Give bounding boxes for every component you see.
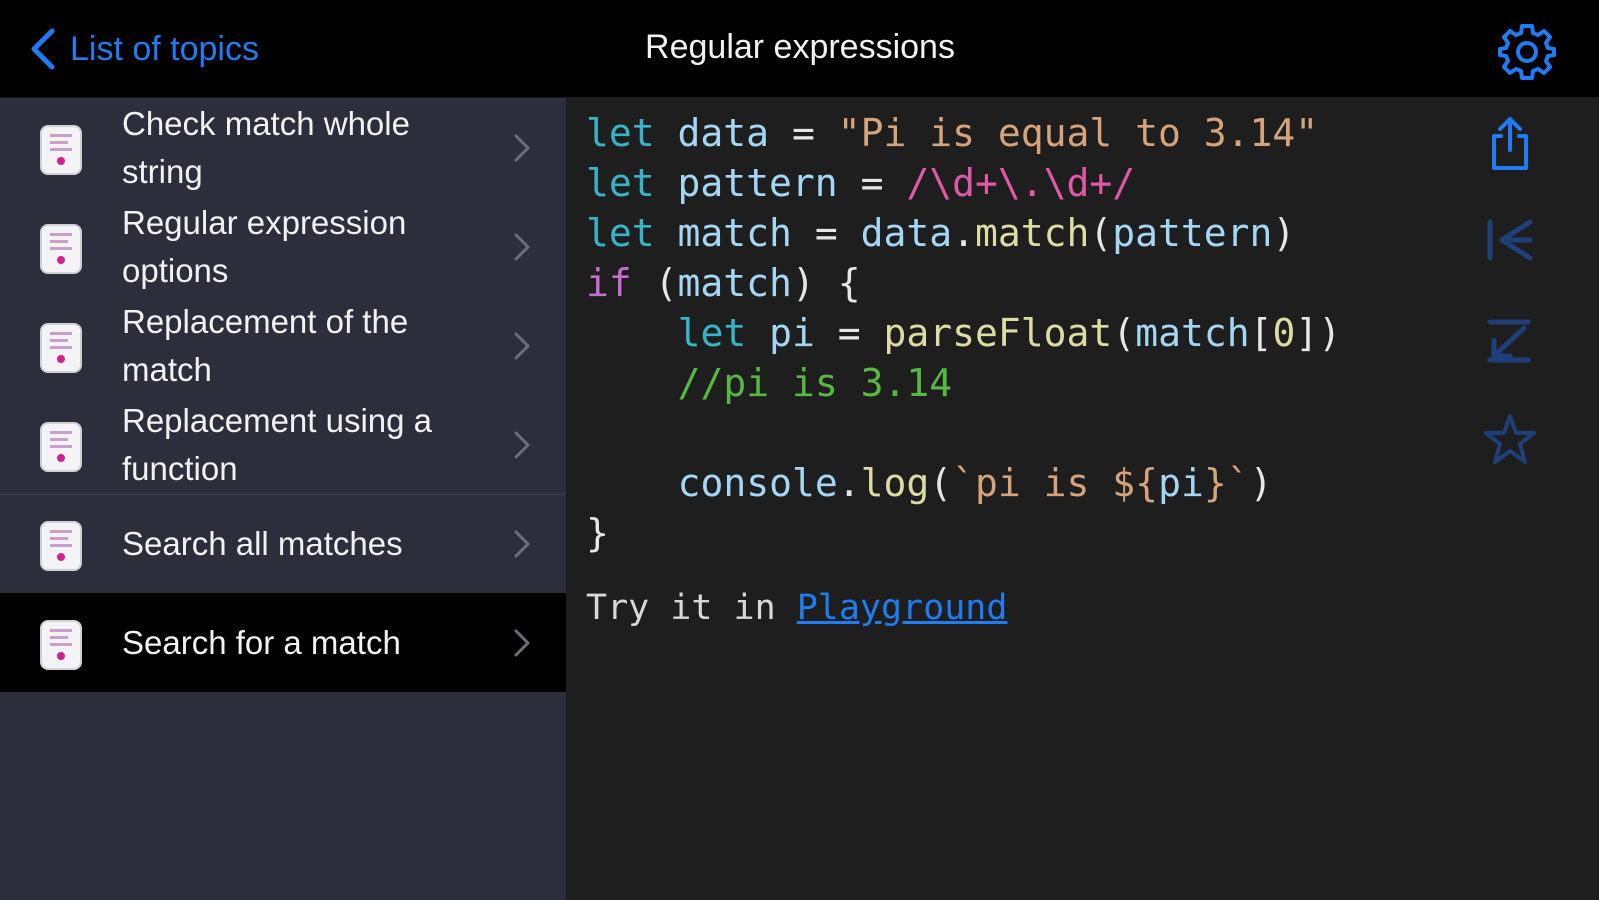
list-item[interactable]: Replacement of the match	[0, 296, 566, 395]
chevron-right-icon	[514, 332, 530, 360]
playground-link[interactable]: Playground	[797, 588, 1008, 628]
list-item-label: Replacement using a function	[122, 401, 433, 487]
code-document-icon	[40, 422, 82, 472]
share-icon[interactable]	[1480, 114, 1540, 174]
list-item[interactable]: Check match whole string	[0, 98, 566, 197]
code-document-icon	[40, 521, 82, 571]
list-item-label: Search all matches	[122, 524, 403, 562]
code-panel: let data = "Pi is equal to 3.14" let pat…	[566, 98, 1599, 900]
code-document-icon	[40, 224, 82, 274]
navigation-bar: List of topics Regular expressions	[0, 0, 1599, 98]
chevron-right-icon	[514, 431, 530, 459]
chevron-left-icon	[31, 28, 55, 70]
page-title: Regular expressions	[645, 28, 955, 66]
chevron-right-icon	[514, 530, 530, 558]
code-document-icon	[40, 323, 82, 373]
back-button[interactable]: List of topics	[28, 26, 259, 72]
back-button-label: List of topics	[70, 29, 259, 68]
first-icon[interactable]	[1480, 210, 1540, 270]
list-item-selected[interactable]: Search for a match	[0, 593, 566, 692]
list-item[interactable]: Search all matches	[0, 494, 566, 593]
chevron-right-icon	[514, 134, 530, 162]
chevron-right-icon	[514, 233, 530, 261]
list-item[interactable]: Replacement using a function	[0, 395, 566, 494]
code-block: let data = "Pi is equal to 3.14" let pat…	[586, 111, 1342, 555]
list-item[interactable]: Regular expression options	[0, 197, 566, 296]
last-icon[interactable]	[1480, 310, 1540, 370]
code-document-icon	[40, 125, 82, 175]
code-document-icon	[40, 620, 82, 670]
topic-list: Check match whole string Regular express…	[0, 98, 566, 900]
list-item-label: Replacement of the match	[122, 302, 409, 388]
gear-icon[interactable]	[1498, 22, 1556, 80]
try-it-line: Try it in Playground	[586, 588, 1007, 628]
star-icon[interactable]	[1480, 410, 1540, 470]
list-item-label: Search for a match	[122, 623, 401, 661]
chevron-right-icon	[514, 629, 530, 657]
list-item-label: Check match whole string	[122, 104, 410, 190]
list-item-label: Regular expression options	[122, 203, 407, 289]
try-it-prefix: Try it in	[586, 588, 797, 628]
